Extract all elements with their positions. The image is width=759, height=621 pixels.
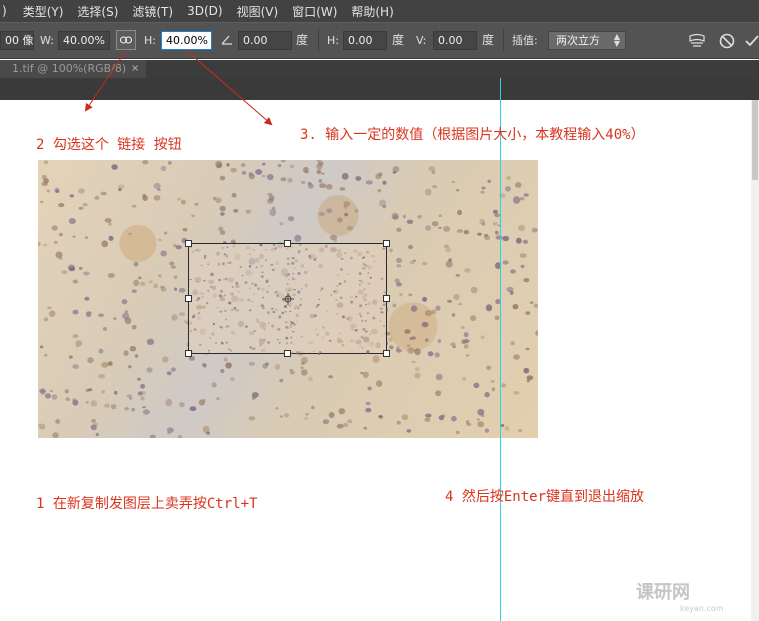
watermark-logo: 课研网 [636,582,690,603]
annotation-step-3: 3. 输入一定的数值（根据图片大小，本教程输入40%） [300,127,645,143]
annotation-step-2: 2 勾选这个 链接 按钮 [36,137,182,153]
annotation-step-1: 1 在新复制发图层上卖弄按Ctrl+T [36,496,258,512]
watermark-url: keyan.com [680,604,724,613]
annotation-arrows [84,49,273,126]
annotation-step-4: 4 然后按Enter键直到退出缩放 [445,489,645,505]
